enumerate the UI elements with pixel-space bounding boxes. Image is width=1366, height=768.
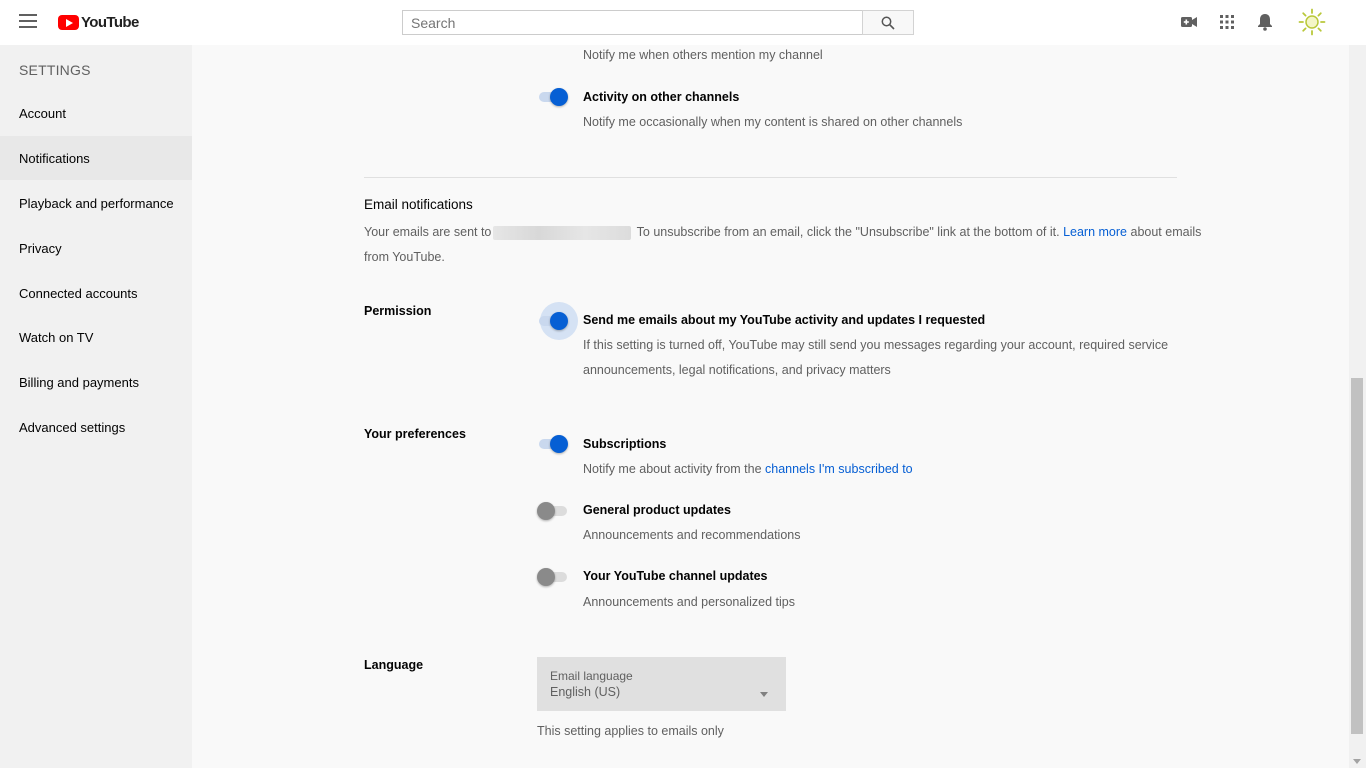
avatar-sun-icon[interactable]: [1298, 8, 1326, 36]
general-product-updates-toggle[interactable]: [537, 501, 567, 521]
email-language-field-label: Email language: [550, 669, 633, 683]
channel-updates-description: Announcements and personalized tips: [583, 595, 795, 609]
youtube-logo[interactable]: YouTube: [58, 14, 139, 31]
language-note: This setting applies to emails only: [537, 724, 724, 738]
apps-grid-icon[interactable]: [1217, 12, 1237, 32]
sidebar-item-account[interactable]: Account: [0, 91, 192, 135]
sidebar-item-advanced[interactable]: Advanced settings: [0, 405, 192, 449]
scrollbar-thumb[interactable]: [1351, 378, 1363, 734]
email-info-prefix: Your emails are sent to: [364, 225, 492, 239]
settings-sidebar: SETTINGS Account Notifications Playback …: [0, 45, 192, 768]
sidebar-item-label: Advanced settings: [19, 419, 126, 435]
product-updates-description: Announcements and recommendations: [583, 528, 801, 542]
scroll-down-arrow-icon[interactable]: [1353, 759, 1361, 764]
activity-other-channels-toggle[interactable]: [537, 87, 568, 107]
email-language-select[interactable]: Email language English (US): [537, 657, 786, 711]
masthead: YouTube: [0, 0, 1366, 45]
sidebar-item-playback[interactable]: Playback and performance: [0, 181, 192, 225]
sidebar-item-label: Watch on TV: [19, 329, 94, 345]
permission-title: Send me emails about my YouTube activity…: [583, 313, 986, 327]
subscriptions-desc-text: Notify me about activity from the: [583, 462, 762, 476]
email-info: Your emails are sent to To unsubscribe f…: [364, 225, 1201, 240]
email-language-value: English (US): [550, 685, 621, 699]
language-label: Language: [364, 658, 424, 672]
preferences-label: Your preferences: [364, 427, 466, 441]
email-info-line2: from YouTube.: [364, 250, 445, 264]
email-info-suffix: about emails: [1130, 225, 1202, 239]
permission-desc-1: If this setting is turned off, YouTube m…: [583, 338, 1169, 352]
permission-label: Permission: [364, 304, 432, 318]
email-notifications-heading: Email notifications: [364, 197, 473, 212]
subscriptions-toggle[interactable]: [537, 434, 568, 454]
sidebar-item-label: Billing and payments: [19, 374, 139, 390]
search-icon: [881, 16, 895, 30]
learn-more-link[interactable]: Learn more: [1063, 225, 1127, 239]
activity-description: Notify me occasionally when my content i…: [583, 115, 963, 129]
sidebar-title: SETTINGS: [19, 62, 91, 78]
sidebar-item-label: Privacy: [19, 240, 62, 256]
page-scrollbar[interactable]: [1349, 45, 1366, 768]
permission-toggle[interactable]: [537, 302, 578, 340]
sidebar-item-label: Connected accounts: [19, 285, 138, 301]
sidebar-item-label: Account: [19, 105, 66, 121]
activity-title: Activity on other channels: [583, 90, 740, 104]
email-info-middle: To unsubscribe from an email, click the …: [636, 225, 1060, 239]
channel-updates-title: Your YouTube channel updates: [583, 569, 768, 583]
bell-icon[interactable]: [1255, 12, 1275, 32]
permission-desc-2: announcements, legal notifications, and …: [583, 363, 891, 377]
mentions-description: Notify me when others mention my channel: [583, 48, 823, 62]
sidebar-item-billing[interactable]: Billing and payments: [0, 360, 192, 404]
search-input[interactable]: [402, 10, 863, 35]
logo-text: YouTube: [81, 14, 139, 31]
sidebar-item-watch-on-tv[interactable]: Watch on TV: [0, 315, 192, 359]
subscriptions-description: Notify me about activity from the channe…: [583, 462, 913, 476]
sidebar-item-notifications[interactable]: Notifications: [0, 136, 192, 180]
redacted-email: [493, 225, 632, 240]
video-camera-icon[interactable]: [1179, 12, 1199, 32]
product-updates-title: General product updates: [583, 503, 731, 517]
sidebar-item-connected-accounts[interactable]: Connected accounts: [0, 271, 192, 315]
sidebar-item-privacy[interactable]: Privacy: [0, 226, 192, 270]
sidebar-item-label: Notifications: [19, 150, 90, 166]
search-button[interactable]: [862, 10, 914, 35]
sidebar-item-label: Playback and performance: [19, 195, 174, 211]
chevron-down-icon: [760, 692, 768, 697]
subscriptions-title: Subscriptions: [583, 437, 667, 451]
youtube-logo-icon: [58, 15, 79, 30]
subscribed-channels-link[interactable]: channels I'm subscribed to: [765, 462, 913, 476]
channel-updates-toggle[interactable]: [537, 567, 567, 587]
menu-icon[interactable]: [19, 14, 37, 28]
section-divider: [364, 177, 1177, 178]
